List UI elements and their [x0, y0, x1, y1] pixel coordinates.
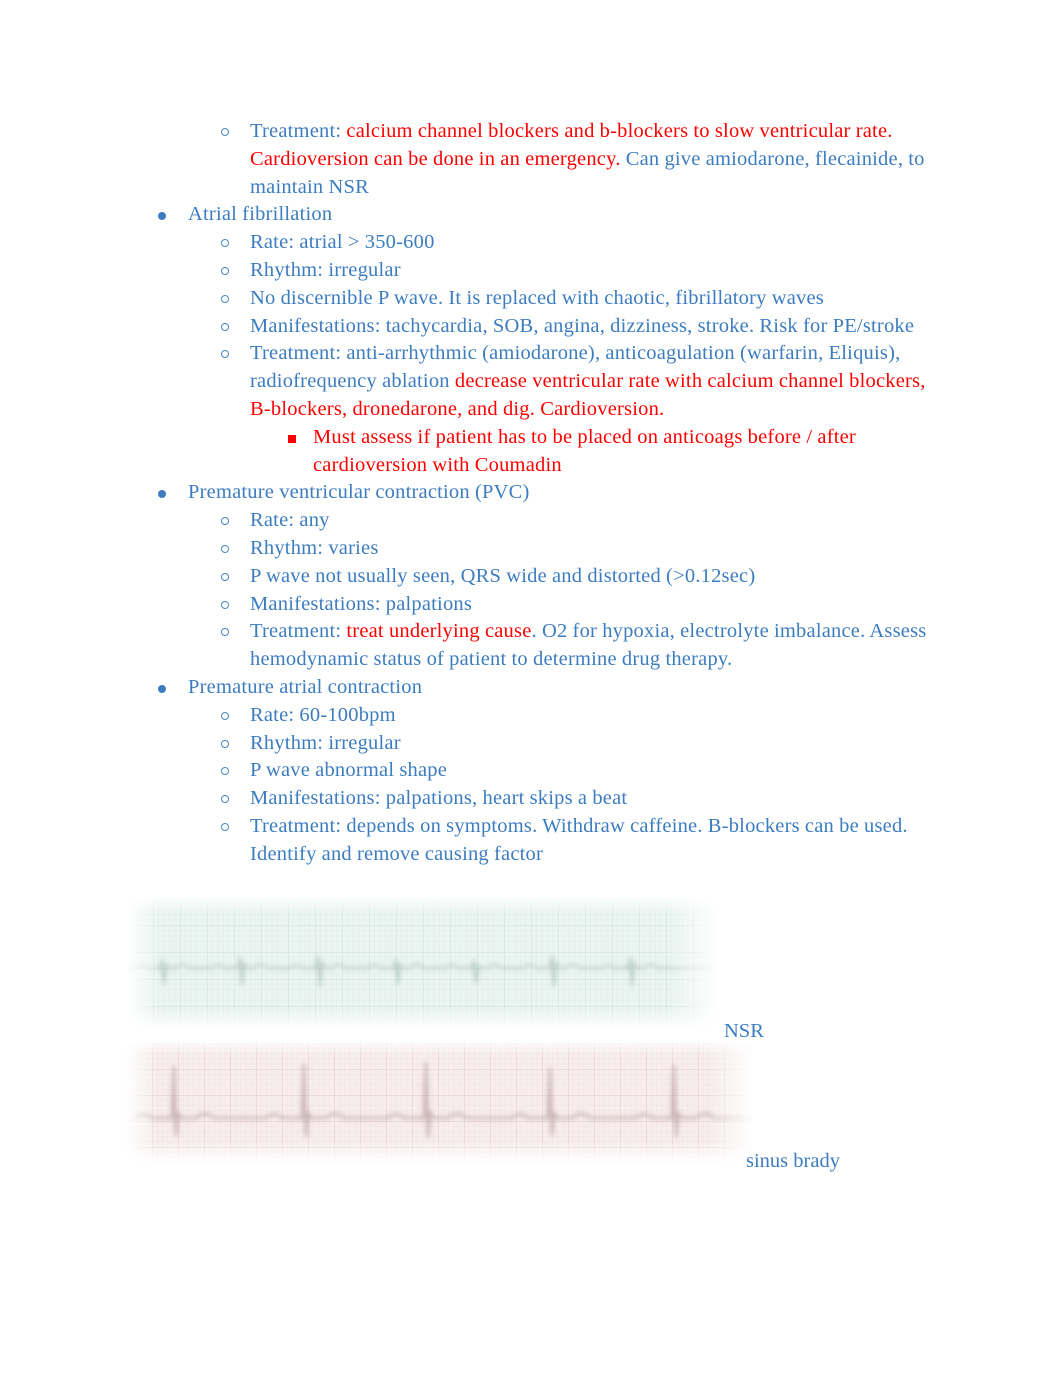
outline-item-level-2: Treatment: depends on symptoms. Withdraw… [221, 813, 950, 869]
outline-text-run: Treatment: depends on symptoms. Withdraw… [250, 814, 908, 865]
outline-text-run: Rate: any [250, 509, 330, 532]
outline-item-level-1: Atrial fibrillation [158, 201, 948, 229]
bullet-circle-icon [221, 795, 229, 804]
outline-item-level-2: No discernible P wave. It is replaced wi… [221, 285, 950, 313]
outline-item-level-2: Treatment: anti-arrhythmic (amiodarone),… [221, 340, 950, 423]
outline-text-run: Rhythm: irregular [250, 731, 401, 754]
outline-item-level-2: Rhythm: varies [221, 535, 950, 563]
outline-item-level-2: Rhythm: irregular [221, 730, 950, 758]
outline-text-run: Must assess if patient has to be placed … [313, 425, 856, 476]
bullet-circle-icon [221, 350, 229, 359]
outline-item-level-2: Manifestations: palpations [221, 591, 950, 619]
bullet-circle-icon [221, 572, 229, 581]
outline-item-level-3: Must assess if patient has to be placed … [288, 424, 953, 480]
bullet-square-icon [288, 434, 296, 443]
outline-text-run: Manifestations: tachycardia, SOB, angina… [250, 314, 915, 337]
outline-text-run: P wave not usually seen, QRS wide and di… [250, 564, 756, 587]
ecg-nsr-caption: NSR [724, 1020, 764, 1042]
outline-text-run: No discernible P wave. It is replaced wi… [250, 286, 824, 309]
outline-text-run: Treatment: [250, 120, 347, 142]
outline-item-level-2: P wave abnormal shape [221, 757, 950, 785]
outline-text-run: Premature atrial contraction [188, 675, 423, 698]
ecg-sinus-brady-caption: sinus brady [746, 1150, 840, 1172]
outline-item-level-1: Premature atrial contraction [158, 674, 948, 702]
bullet-circle-icon [221, 600, 229, 609]
bullet-circle-icon [221, 266, 229, 275]
outline-text-run: Premature ventricular contraction (PVC) [188, 481, 530, 504]
bullet-circle-icon [221, 239, 229, 248]
outline-text-run: Rate: 60-100bpm [250, 703, 396, 726]
bullet-disc-icon [158, 490, 166, 499]
bullet-circle-icon [221, 517, 229, 526]
outline-text-run: Manifestations: palpations, heart skips … [250, 787, 628, 810]
bullet-circle-icon [221, 628, 229, 637]
outline-item-level-1: Premature ventricular contraction (PVC) [158, 479, 948, 507]
document-page: Treatment: calcium channel blockers and … [0, 0, 1062, 1376]
outline-text-run: Manifestations: palpations [250, 592, 473, 615]
bullet-circle-icon [221, 544, 229, 553]
outline-item-level-2: Rate: atrial > 350-600 [221, 229, 950, 257]
bullet-circle-icon [221, 322, 229, 331]
outline-item-level-2: Treatment: treat underlying cause. O2 fo… [221, 618, 950, 674]
outline-text-run: treat underlying cause [346, 620, 532, 643]
outline-item-level-2: Manifestations: palpations, heart skips … [221, 785, 950, 813]
outline-text-run: Rhythm: varies [250, 536, 379, 559]
outline-item-level-2: Rate: any [221, 507, 950, 535]
outline-item-level-2: Rate: 60-100bpm [221, 702, 950, 730]
outline-item-level-2: Rhythm: irregular [221, 257, 950, 285]
bullet-circle-icon [221, 822, 229, 831]
bullet-circle-icon [221, 711, 229, 720]
outline-text-run: Rhythm: irregular [250, 258, 401, 281]
outline-text-run: Rate: atrial > 350-600 [250, 231, 435, 254]
bullet-disc-icon [158, 684, 166, 693]
bullet-circle-icon [221, 767, 229, 776]
outline-item-level-2: Manifestations: tachycardia, SOB, angina… [221, 313, 950, 341]
outline-text-run: Treatment: [250, 620, 347, 643]
outline-item-level-2: Treatment: calcium channel blockers and … [221, 118, 950, 201]
ecg-strip-nsr [126, 898, 716, 1029]
bullet-circle-icon [221, 294, 229, 303]
bullet-circle-icon [221, 739, 229, 748]
ecg-strip-sinus-brady [126, 1043, 752, 1163]
outline-item-level-2: P wave not usually seen, QRS wide and di… [221, 563, 950, 591]
bullet-circle-icon [221, 128, 229, 136]
bullet-disc-icon [158, 212, 166, 221]
outline-text-run: Atrial fibrillation [188, 203, 333, 226]
outline-list: Treatment: calcium channel blockers and … [0, 118, 1062, 869]
outline-text-run: P wave abnormal shape [250, 759, 448, 782]
